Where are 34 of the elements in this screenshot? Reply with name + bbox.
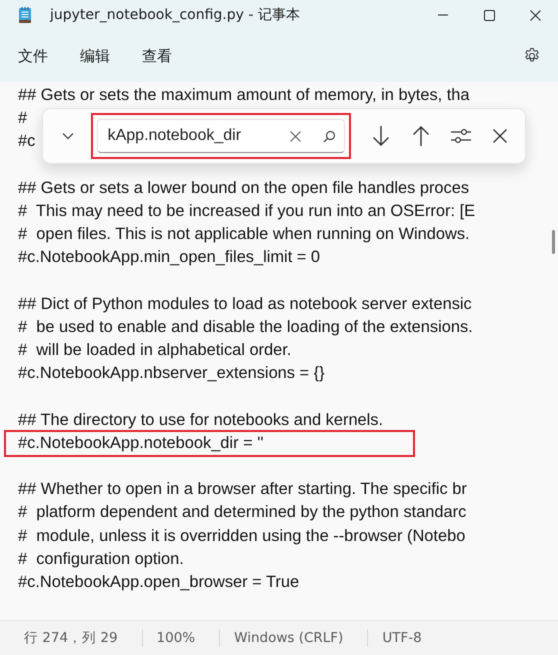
minimize-icon[interactable] [438,14,448,16]
notepad-icon [18,6,32,24]
menu-item[interactable]: 编辑 [70,38,120,74]
code-line: #c.NotebookApp.open_browser = True [18,572,300,593]
status-text: UTF-8 [382,629,423,647]
code-line: # [18,108,28,130]
code-line: # be used to enable and disable the loading of the extensions. [18,316,473,338]
maximize-icon[interactable] [484,10,494,20]
search-field[interactable]: kApp.notebook_dir [96,119,345,153]
code-line: #c [18,131,36,152]
status-text: 行 274，列 29 [24,629,143,647]
menu-item[interactable]: 文件 [8,38,58,74]
scrollbar-thumb[interactable] [552,230,555,254]
code-line: # configuration option. [18,548,184,570]
code-line: # will be loaded in alphabetical order. [18,340,292,362]
code-line: #c.NotebookApp.min_open_files_limit = 0 [18,247,320,268]
code-line: ## Dict of Python modules to load as notebook server extensic [18,294,472,315]
status-text: Windows (CRLF) [234,629,368,647]
search-icon[interactable] [322,130,336,143]
code-line: ## The directory to use for notebooks and kernels. [18,410,384,431]
status-text: 100% [156,629,220,647]
code-line: #c.NotebookApp.nbserver_extensions = {} [18,363,325,384]
code-line: # module, unless it is overridden using the --browser (Notebo [18,526,466,547]
code-line: ## Gets or sets a lower bound on the open file handles proces [18,178,470,199]
window-title: jupyter_notebook_config.py - 记事本 [50,6,301,24]
clear-icon[interactable] [290,131,301,142]
menu-item[interactable]: 查看 [132,38,182,74]
code-line: # platform dependent and determined by the python standarc [18,502,466,524]
code-line: # This may need to be increased if you run into an OSError: [E [18,200,476,222]
close-icon[interactable] [530,10,540,20]
highlighted-code-line: #c.NotebookApp.notebook_dir = '' [6,432,414,455]
code-line: # open files. This is not applicable when running on Windows. [18,224,470,246]
code-line: ## Whether to open in a browser after starting. The specific br [18,479,467,500]
code-line: ## Gets or sets the maximum amount of memory, in bytes, tha [18,85,470,106]
